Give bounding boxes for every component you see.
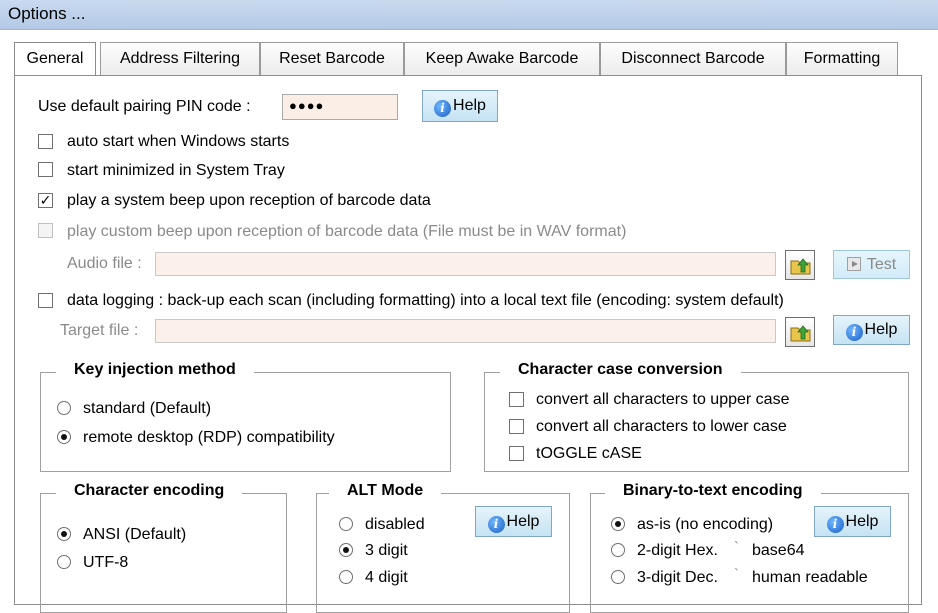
toggle-case-label: tOGGLE cASE bbox=[536, 445, 642, 462]
folder-arrow-icon bbox=[790, 325, 811, 342]
target-file-label: Target file : bbox=[60, 322, 139, 339]
start-minimized-checkbox[interactable] bbox=[38, 162, 53, 177]
toggle-case-checkbox[interactable] bbox=[509, 446, 524, 461]
key-injection-group: Key injection method bbox=[40, 361, 451, 472]
alt-3digit-radio[interactable] bbox=[339, 543, 353, 557]
lower-case-checkbox[interactable] bbox=[509, 419, 524, 434]
system-beep-label: play a system beep upon reception of bar… bbox=[67, 192, 431, 209]
human-readable-label: human readable bbox=[752, 569, 868, 586]
test-button[interactable]: Test bbox=[833, 250, 910, 279]
pin-input[interactable]: ●●●● bbox=[282, 94, 398, 120]
pin-value: ●●●● bbox=[289, 98, 325, 113]
alt-disabled-label: disabled bbox=[365, 516, 425, 533]
custom-beep-label: play custom beep upon reception of barco… bbox=[67, 223, 627, 240]
auto-start-checkbox[interactable] bbox=[38, 134, 53, 149]
char-encoding-title: Character encoding bbox=[56, 482, 243, 500]
tab-general[interactable]: General bbox=[14, 42, 96, 77]
data-logging-checkbox[interactable] bbox=[38, 293, 53, 308]
tab-disconnect-barcode[interactable]: Disconnect Barcode bbox=[600, 42, 786, 75]
hex-radio[interactable] bbox=[611, 543, 625, 557]
base64-label: base64 bbox=[752, 542, 805, 559]
key-injection-rdp-radio[interactable] bbox=[57, 430, 71, 444]
tab-keep-awake-barcode[interactable]: Keep Awake Barcode bbox=[404, 42, 600, 75]
base64-radio-fragment[interactable]: ` bbox=[734, 539, 739, 556]
auto-start-label: auto start when Windows starts bbox=[67, 133, 290, 150]
dec-label: 3-digit Dec. bbox=[637, 569, 718, 586]
hex-label: 2-digit Hex. bbox=[637, 542, 718, 559]
pin-label: Use default pairing PIN code : bbox=[38, 98, 251, 115]
help-label: Help bbox=[845, 513, 879, 530]
folder-arrow-icon bbox=[790, 258, 811, 275]
utf8-label: UTF-8 bbox=[83, 554, 129, 571]
dec-radio[interactable] bbox=[611, 570, 625, 584]
key-injection-standard-radio[interactable] bbox=[57, 401, 71, 415]
upper-case-checkbox[interactable] bbox=[509, 392, 524, 407]
custom-beep-checkbox[interactable] bbox=[38, 223, 53, 238]
human-readable-radio-fragment[interactable]: ` bbox=[734, 566, 739, 583]
info-icon: i bbox=[434, 100, 452, 117]
ansi-radio[interactable] bbox=[57, 527, 71, 541]
test-label: Test bbox=[866, 256, 897, 273]
start-minimized-label: start minimized in System Tray bbox=[67, 162, 285, 179]
alt-4digit-radio[interactable] bbox=[339, 570, 353, 584]
system-beep-checkbox[interactable]: ✓ bbox=[38, 193, 53, 208]
window-title: Options ... bbox=[8, 4, 86, 23]
as-is-label: as-is (no encoding) bbox=[637, 516, 774, 533]
info-icon: i bbox=[826, 516, 844, 533]
alt-4digit-label: 4 digit bbox=[365, 569, 408, 586]
audio-browse-button[interactable] bbox=[785, 250, 815, 280]
case-conversion-title: Character case conversion bbox=[500, 361, 741, 379]
target-browse-button[interactable] bbox=[785, 317, 815, 347]
title-bar: Options ... bbox=[0, 0, 938, 30]
as-is-radio[interactable] bbox=[611, 517, 625, 531]
alt-3digit-label: 3 digit bbox=[365, 542, 408, 559]
alt-mode-title: ALT Mode bbox=[329, 482, 442, 500]
binary-help-button[interactable]: i Help bbox=[814, 506, 891, 537]
utf8-radio[interactable] bbox=[57, 555, 71, 569]
key-injection-rdp-label: remote desktop (RDP) compatibility bbox=[83, 429, 335, 446]
target-file-input[interactable] bbox=[155, 319, 776, 343]
info-icon: i bbox=[487, 516, 505, 533]
lower-case-label: convert all characters to lower case bbox=[536, 418, 787, 435]
upper-case-label: convert all characters to upper case bbox=[536, 391, 790, 408]
info-icon: i bbox=[845, 324, 863, 341]
data-logging-label: data logging : back-up each scan (includ… bbox=[67, 292, 784, 309]
alt-help-button[interactable]: i Help bbox=[475, 506, 552, 537]
logging-help-button[interactable]: i Help bbox=[833, 315, 910, 345]
audio-file-label: Audio file : bbox=[67, 255, 142, 272]
key-injection-title: Key injection method bbox=[56, 361, 254, 379]
tab-address-filtering[interactable]: Address Filtering bbox=[100, 42, 260, 75]
help-label: Help bbox=[506, 513, 540, 530]
help-label: Help bbox=[453, 97, 486, 114]
check-mark-icon: ✓ bbox=[39, 192, 52, 208]
pin-help-button[interactable]: i Help bbox=[422, 90, 498, 122]
help-label: Help bbox=[864, 321, 898, 338]
tab-formatting[interactable]: Formatting bbox=[786, 42, 898, 75]
tab-reset-barcode[interactable]: Reset Barcode bbox=[260, 42, 404, 75]
ansi-label: ANSI (Default) bbox=[83, 526, 187, 543]
alt-disabled-radio[interactable] bbox=[339, 517, 353, 531]
play-icon bbox=[846, 257, 861, 271]
char-encoding-group: Character encoding bbox=[40, 482, 287, 613]
audio-file-input[interactable] bbox=[155, 252, 776, 276]
binary-encoding-title: Binary-to-text encoding bbox=[605, 482, 821, 500]
key-injection-standard-label: standard (Default) bbox=[83, 400, 212, 417]
